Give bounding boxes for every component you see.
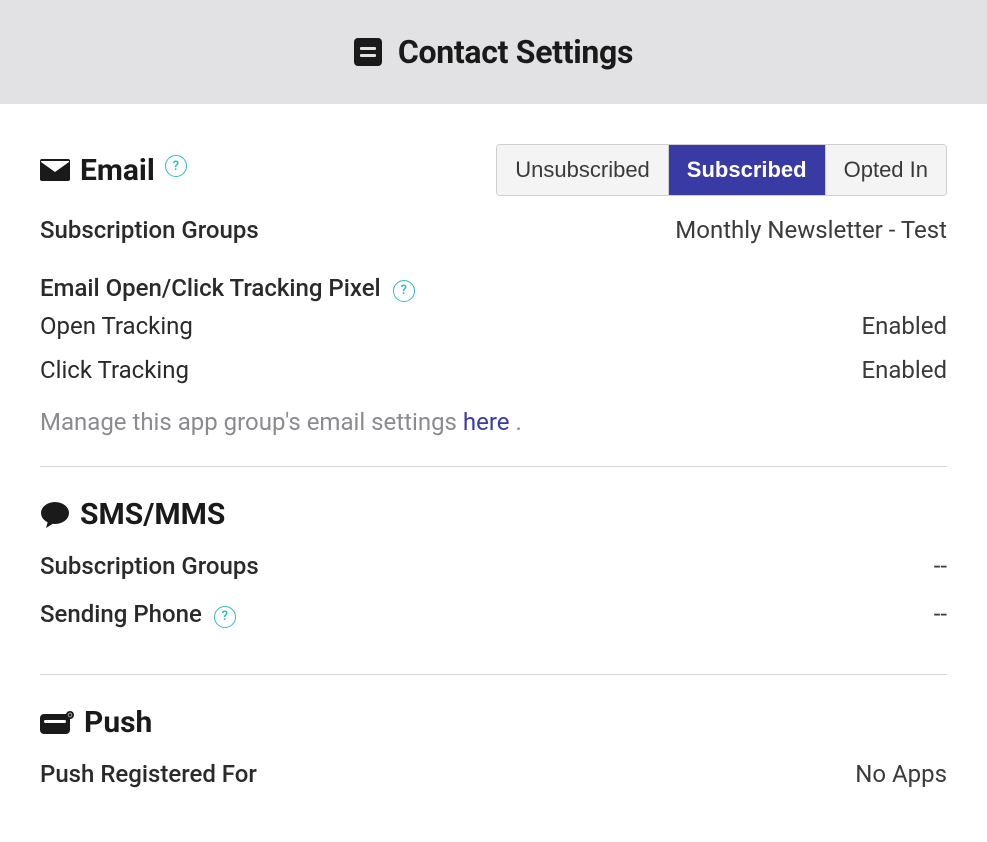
- contact-settings-icon: [354, 38, 382, 66]
- email-section-title: Email: [80, 153, 155, 188]
- toggle-opted-in[interactable]: Opted In: [825, 145, 946, 195]
- sms-title-wrap: SMS/MMS: [40, 497, 225, 532]
- content-area: Email ? Unsubscribed Subscribed Opted In…: [0, 144, 987, 834]
- email-section: Email ? Unsubscribed Subscribed Opted In…: [40, 144, 947, 466]
- push-section: Push Push Registered For No Apps: [40, 705, 947, 834]
- push-card-icon: [40, 711, 74, 735]
- header-bar: Contact Settings: [0, 0, 987, 104]
- manage-email-settings-link[interactable]: here: [463, 408, 510, 436]
- push-registered-row: Push Registered For No Apps: [40, 760, 947, 788]
- click-tracking-label: Click Tracking: [40, 356, 189, 384]
- chat-bubble-icon: [40, 501, 70, 529]
- click-tracking-value: Enabled: [861, 356, 947, 384]
- manage-suffix: .: [509, 408, 521, 436]
- push-section-head: Push: [40, 705, 947, 740]
- open-tracking-value: Enabled: [861, 312, 947, 340]
- sending-phone-label: Sending Phone: [40, 600, 202, 628]
- sending-phone-help-icon[interactable]: ?: [214, 606, 236, 628]
- sms-subscription-groups-label: Subscription Groups: [40, 552, 259, 580]
- section-divider: [40, 674, 947, 675]
- email-help-icon[interactable]: ?: [165, 155, 187, 177]
- push-registered-label: Push Registered For: [40, 760, 257, 788]
- email-title-wrap: Email ?: [40, 153, 187, 188]
- sending-phone-label-wrap: Sending Phone ?: [40, 600, 236, 628]
- toggle-subscribed[interactable]: Subscribed: [668, 145, 825, 195]
- email-section-head: Email ? Unsubscribed Subscribed Opted In: [40, 144, 947, 196]
- push-title-wrap: Push: [40, 705, 152, 740]
- email-subscription-groups-value: Monthly Newsletter - Test: [675, 216, 947, 244]
- sms-section-head: SMS/MMS: [40, 497, 947, 532]
- email-subscription-groups-row: Subscription Groups Monthly Newsletter -…: [40, 216, 947, 244]
- sending-phone-row: Sending Phone ? --: [40, 600, 947, 628]
- push-registered-value: No Apps: [855, 760, 947, 788]
- open-tracking-row: Open Tracking Enabled: [40, 312, 947, 340]
- tracking-pixel-heading: Email Open/Click Tracking Pixel ?: [40, 274, 947, 302]
- page-title: Contact Settings: [398, 33, 633, 71]
- tracking-pixel-help-icon[interactable]: ?: [393, 280, 415, 302]
- envelope-icon: [40, 159, 70, 181]
- sms-section-title: SMS/MMS: [80, 497, 225, 532]
- open-tracking-label: Open Tracking: [40, 312, 193, 340]
- section-divider: [40, 466, 947, 467]
- toggle-unsubscribed[interactable]: Unsubscribed: [497, 145, 668, 195]
- click-tracking-row: Click Tracking Enabled: [40, 356, 947, 384]
- sms-subscription-groups-row: Subscription Groups --: [40, 552, 947, 580]
- email-subscription-groups-label: Subscription Groups: [40, 216, 259, 244]
- manage-email-settings-text: Manage this app group's email settings h…: [40, 408, 947, 436]
- email-subscription-toggle: Unsubscribed Subscribed Opted In: [496, 144, 947, 196]
- sending-phone-value: --: [934, 600, 947, 628]
- tracking-pixel-label: Email Open/Click Tracking Pixel: [40, 274, 381, 302]
- manage-prefix: Manage this app group's email settings: [40, 408, 463, 436]
- sms-subscription-groups-value: --: [934, 552, 947, 580]
- push-section-title: Push: [84, 705, 152, 740]
- sms-section: SMS/MMS Subscription Groups -- Sending P…: [40, 497, 947, 674]
